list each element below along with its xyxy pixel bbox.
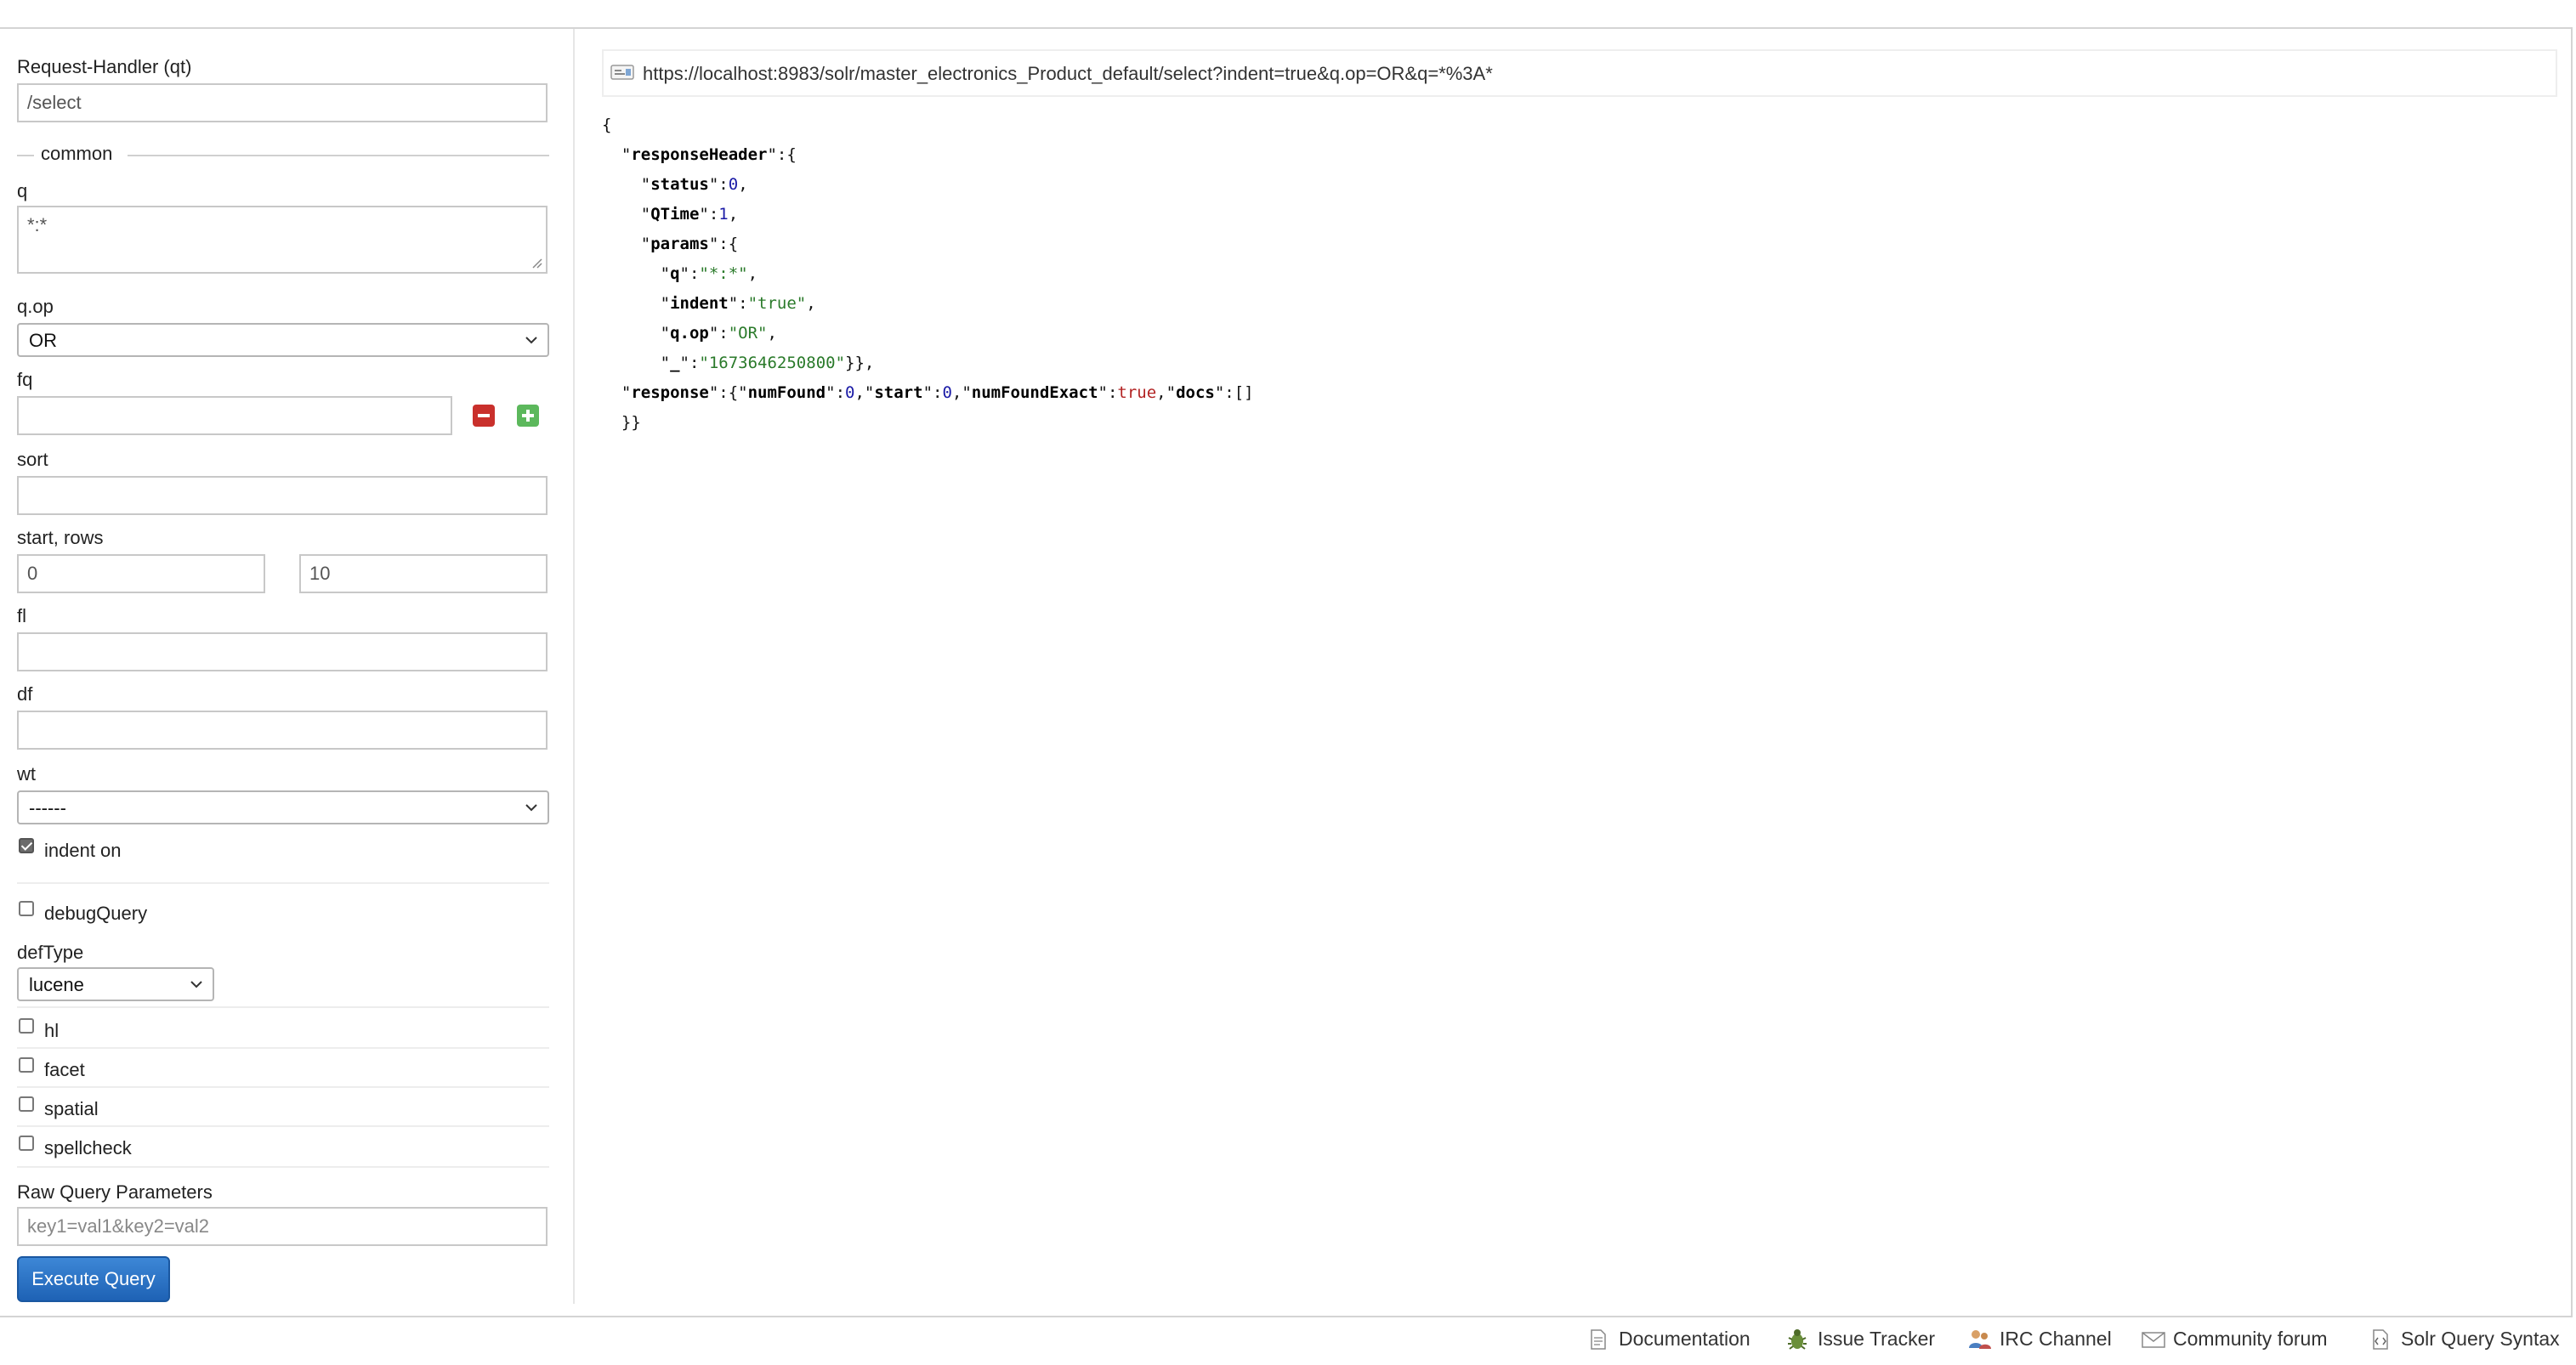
chevron-down-icon [190, 981, 202, 988]
indent-checkbox[interactable] [19, 838, 34, 853]
bug-icon [1788, 1329, 1807, 1350]
hl-label: hl [44, 1020, 60, 1041]
request-handler-input[interactable]: /select [17, 83, 548, 122]
start-rows-label: start, rows [17, 527, 104, 548]
add-fq-button[interactable] [517, 405, 539, 427]
documentation-label: Documentation [1619, 1328, 1750, 1350]
num-found-value: 0 [845, 383, 855, 402]
q-textarea[interactable]: *:* [17, 206, 548, 274]
common-fieldset-line-left [17, 155, 34, 156]
document-icon [1591, 1329, 1606, 1350]
divider [17, 1086, 549, 1088]
df-label: df [17, 683, 33, 705]
divider [17, 1125, 549, 1127]
divider [17, 1047, 549, 1049]
spatial-label: spatial [44, 1098, 99, 1119]
community-forum-label: Community forum [2173, 1328, 2328, 1350]
wt-select[interactable]: ------ [17, 790, 549, 824]
divider [17, 1166, 549, 1168]
q-label: q [17, 180, 28, 201]
chevron-down-icon [525, 804, 537, 812]
q-op-label: q.op [17, 296, 54, 317]
sort-input[interactable] [17, 476, 548, 515]
sort-label: sort [17, 449, 48, 470]
execute-query-button[interactable]: Execute Query [17, 1256, 170, 1302]
qtime-value: 1 [718, 205, 729, 224]
chevron-down-icon [525, 337, 537, 344]
common-fieldset-line-right [128, 155, 549, 156]
q-op-selected: OR [29, 330, 57, 351]
start-value: 0 [942, 383, 952, 402]
request-url-link[interactable]: https://localhost:8983/solr/master_elect… [643, 63, 1493, 85]
issue-tracker-label: Issue Tracker [1818, 1328, 1936, 1350]
raw-params-label: Raw Query Parameters [17, 1181, 213, 1203]
irc-channel-label: IRC Channel [2000, 1328, 2112, 1350]
wt-selected: ------ [29, 797, 66, 818]
remove-fq-button[interactable] [473, 405, 495, 427]
fq-input[interactable] [17, 396, 452, 435]
divider [17, 1006, 549, 1008]
raw-params-input[interactable]: key1=val1&key2=val2 [17, 1207, 548, 1246]
param-q-value: "*:*" [699, 264, 748, 283]
rows-input[interactable]: 10 [299, 554, 548, 593]
start-input[interactable]: 0 [17, 554, 265, 593]
debug-query-checkbox[interactable] [19, 901, 34, 916]
request-url-bar: https://localhost:8983/solr/master_elect… [602, 49, 2557, 97]
envelope-icon [2142, 1332, 2165, 1348]
fl-input[interactable] [17, 632, 548, 671]
def-type-selected: lucene [29, 974, 84, 995]
resize-handle-icon[interactable] [531, 257, 542, 269]
main-frame: Request-Handler (qt) /select common q *:… [0, 27, 2573, 1317]
num-found-exact-value: true [1117, 383, 1157, 402]
param-indent-value: "true" [747, 294, 807, 313]
spatial-checkbox[interactable] [19, 1096, 34, 1112]
divider [17, 882, 549, 884]
param-underscore-value: "1673646250800" [699, 354, 846, 372]
status-value: 0 [728, 175, 739, 194]
wt-label: wt [17, 763, 36, 784]
facet-checkbox[interactable] [19, 1057, 34, 1073]
hl-checkbox[interactable] [19, 1018, 34, 1034]
fl-label: fl [17, 605, 26, 626]
df-input[interactable] [17, 711, 548, 750]
response-json: { "responseHeader":{ "status":0, "QTime"… [602, 116, 1254, 432]
link-icon [610, 65, 634, 80]
debug-query-label: debugQuery [44, 903, 148, 924]
indent-label: indent on [44, 840, 122, 861]
users-icon [1969, 1330, 1991, 1349]
query-form: Request-Handler (qt) /select common q *:… [0, 29, 575, 1304]
request-handler-label: Request-Handler (qt) [17, 56, 192, 77]
facet-label: facet [44, 1059, 85, 1080]
param-qop-value: "OR" [728, 324, 768, 343]
q-op-select[interactable]: OR [17, 323, 549, 357]
code-document-icon [2373, 1329, 2388, 1350]
def-type-select[interactable]: lucene [17, 967, 214, 1001]
def-type-label: defType [17, 942, 84, 963]
spellcheck-label: spellcheck [44, 1137, 132, 1158]
spellcheck-checkbox[interactable] [19, 1136, 34, 1151]
query-syntax-label: Solr Query Syntax [2401, 1328, 2560, 1350]
q-value: *:* [27, 214, 48, 235]
fq-label: fq [17, 369, 33, 390]
common-legend: common [37, 143, 116, 165]
